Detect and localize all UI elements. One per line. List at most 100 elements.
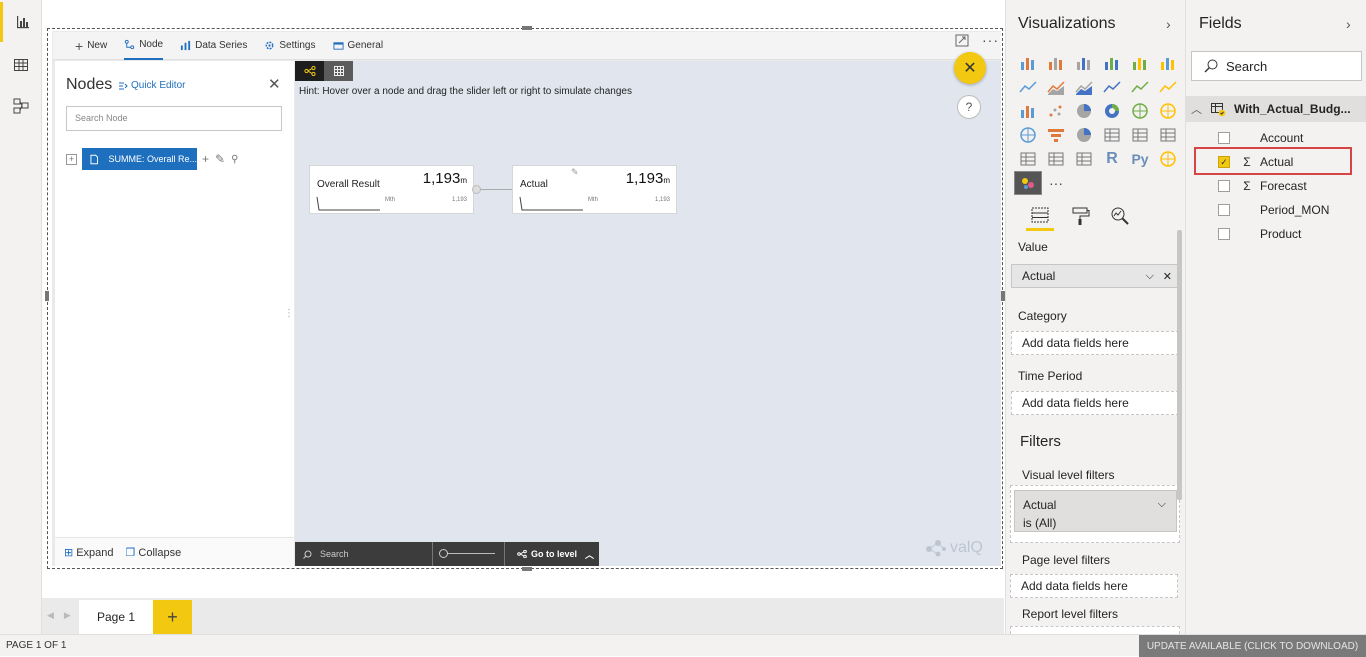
- card-icon[interactable]: [1098, 123, 1126, 147]
- line-clustered-icon[interactable]: [1126, 75, 1154, 99]
- tree-search-input[interactable]: Search: [295, 549, 430, 559]
- search-node-input[interactable]: Search Node: [66, 106, 282, 131]
- page-filters-well[interactable]: Add data fields here: [1010, 574, 1178, 598]
- menu-general[interactable]: General: [332, 32, 383, 60]
- kpi-icon[interactable]: [1154, 123, 1182, 147]
- collapse-node-icon[interactable]: [472, 185, 481, 194]
- field-checkbox[interactable]: [1218, 204, 1230, 216]
- clustered-column-icon[interactable]: [1098, 51, 1126, 75]
- r-visual-icon[interactable]: R: [1098, 147, 1126, 171]
- custom-visual-icon[interactable]: [1014, 171, 1042, 195]
- add-child-icon[interactable]: +: [202, 152, 209, 166]
- stacked-column-icon[interactable]: [1042, 51, 1070, 75]
- update-available-button[interactable]: UPDATE AVAILABLE (CLICK TO DOWNLOAD): [1139, 635, 1366, 657]
- model-view-icon[interactable]: [0, 86, 42, 126]
- chevron-up-icon[interactable]: ︿: [1191, 101, 1202, 117]
- time-period-well[interactable]: Add data fields here: [1011, 391, 1179, 415]
- table-with-actual-budget[interactable]: ︿ With_Actual_Budg...: [1186, 96, 1366, 122]
- menu-node[interactable]: Node: [124, 32, 164, 60]
- tree-view-tab[interactable]: [295, 61, 324, 81]
- quick-editor-link[interactable]: Quick Editor: [118, 80, 185, 91]
- node-name: Overall Result: [317, 179, 380, 190]
- chevron-down-icon[interactable]: ⌵: [1146, 270, 1154, 283]
- filled-map-icon[interactable]: [1014, 123, 1042, 147]
- report-filters-well[interactable]: [1010, 626, 1180, 634]
- field-checkbox[interactable]: [1218, 228, 1230, 240]
- more-icon[interactable]: ···: [1042, 171, 1070, 195]
- field-checkbox[interactable]: [1218, 132, 1230, 144]
- multi-row-card-icon[interactable]: [1126, 123, 1154, 147]
- line-column-icon[interactable]: [1098, 75, 1126, 99]
- menu-new[interactable]: + New: [75, 32, 107, 60]
- level-slider[interactable]: [432, 542, 502, 566]
- value-well[interactable]: Actual ⌵ ✕: [1011, 264, 1179, 288]
- field-actual[interactable]: ✓ Σ Actual: [1218, 155, 1293, 169]
- fields-search-input[interactable]: Search: [1191, 51, 1362, 81]
- analytics-tab[interactable]: [1106, 201, 1134, 231]
- python-visual-icon[interactable]: Py: [1126, 147, 1154, 171]
- more-options-icon[interactable]: ···: [982, 32, 999, 48]
- table-icon[interactable]: [1042, 147, 1070, 171]
- remove-field-icon[interactable]: ✕: [1163, 270, 1172, 283]
- collapse-button[interactable]: ❐ Collapse: [126, 546, 182, 559]
- pin-icon[interactable]: ⚲: [231, 154, 238, 165]
- edit-pencil-icon[interactable]: ✎: [571, 167, 579, 178]
- field-checkbox[interactable]: [1218, 180, 1230, 192]
- menu-data-series[interactable]: Data Series: [180, 32, 247, 60]
- waterfall-icon[interactable]: [1014, 99, 1042, 123]
- report-view-icon[interactable]: [0, 2, 42, 42]
- field-account[interactable]: Account: [1218, 131, 1303, 145]
- chevron-down-icon[interactable]: ⌵: [1158, 495, 1166, 513]
- tree-node-summe[interactable]: SUMME: Overall Re...: [82, 148, 197, 170]
- chevron-right-icon[interactable]: ›: [1346, 16, 1351, 32]
- go-to-level-button[interactable]: Go to level ︿: [504, 542, 594, 566]
- arcgis-icon[interactable]: [1154, 147, 1182, 171]
- close-icon[interactable]: ✕: [268, 75, 281, 93]
- clustered-bar-icon[interactable]: [1070, 51, 1098, 75]
- category-well[interactable]: Add data fields here: [1011, 331, 1179, 355]
- gauge-icon[interactable]: [1070, 123, 1098, 147]
- menu-settings[interactable]: Settings: [264, 32, 316, 60]
- focus-mode-icon[interactable]: [955, 34, 969, 50]
- ribbon-icon[interactable]: [1154, 75, 1182, 99]
- help-button[interactable]: ?: [957, 95, 981, 119]
- stacked-area-icon[interactable]: [1070, 75, 1098, 99]
- panel-resize-handle[interactable]: ⋮: [284, 308, 294, 319]
- 100-bar-icon[interactable]: [1126, 51, 1154, 75]
- edit-pencil-icon[interactable]: ✎: [215, 152, 225, 166]
- viz-scrollbar[interactable]: [1177, 230, 1182, 500]
- scatter-icon[interactable]: [1042, 99, 1070, 123]
- funnel-icon[interactable]: [1042, 123, 1070, 147]
- expand-button[interactable]: ⊞ Expand: [64, 546, 114, 559]
- filter-card-actual[interactable]: Actual is (All) ⌵: [1014, 490, 1177, 532]
- treemap-icon[interactable]: [1126, 99, 1154, 123]
- field-product[interactable]: Product: [1218, 227, 1301, 241]
- area-chart-icon[interactable]: [1042, 75, 1070, 99]
- add-page-button[interactable]: +: [153, 600, 192, 634]
- close-simulation-button[interactable]: ✕: [954, 52, 986, 84]
- 100-column-icon[interactable]: [1154, 51, 1182, 75]
- matrix-icon[interactable]: [1070, 147, 1098, 171]
- pie-icon[interactable]: [1070, 99, 1098, 123]
- node-period: Mth: [588, 197, 599, 203]
- node-card-overall-result[interactable]: Overall Result 1,193m Mth 1,193: [309, 165, 474, 214]
- node-card-actual[interactable]: Actual 1,193m ✎ Mth 1,193: [512, 165, 677, 214]
- donut-icon[interactable]: [1098, 99, 1126, 123]
- page-nav-arrows[interactable]: ◀▶: [47, 610, 81, 621]
- data-view-icon[interactable]: [0, 45, 42, 85]
- stacked-bar-icon[interactable]: [1014, 51, 1042, 75]
- format-tab[interactable]: [1066, 201, 1094, 231]
- field-period-mon[interactable]: Period_MON: [1218, 203, 1329, 217]
- table-view-tab[interactable]: [324, 61, 353, 81]
- map-icon[interactable]: [1154, 99, 1182, 123]
- tree-expand-icon[interactable]: +: [66, 153, 77, 165]
- page-tab-1[interactable]: Page 1: [79, 600, 153, 634]
- fields-well-tab[interactable]: [1026, 201, 1054, 231]
- field-label: Period_MON: [1260, 203, 1330, 217]
- chevron-right-icon[interactable]: ›: [1166, 16, 1171, 32]
- line-chart-icon[interactable]: [1014, 75, 1042, 99]
- field-forecast[interactable]: Σ Forecast: [1218, 179, 1307, 193]
- slicer-icon[interactable]: [1014, 147, 1042, 171]
- slider-knob[interactable]: [439, 549, 448, 558]
- field-checkbox[interactable]: ✓: [1218, 156, 1230, 168]
